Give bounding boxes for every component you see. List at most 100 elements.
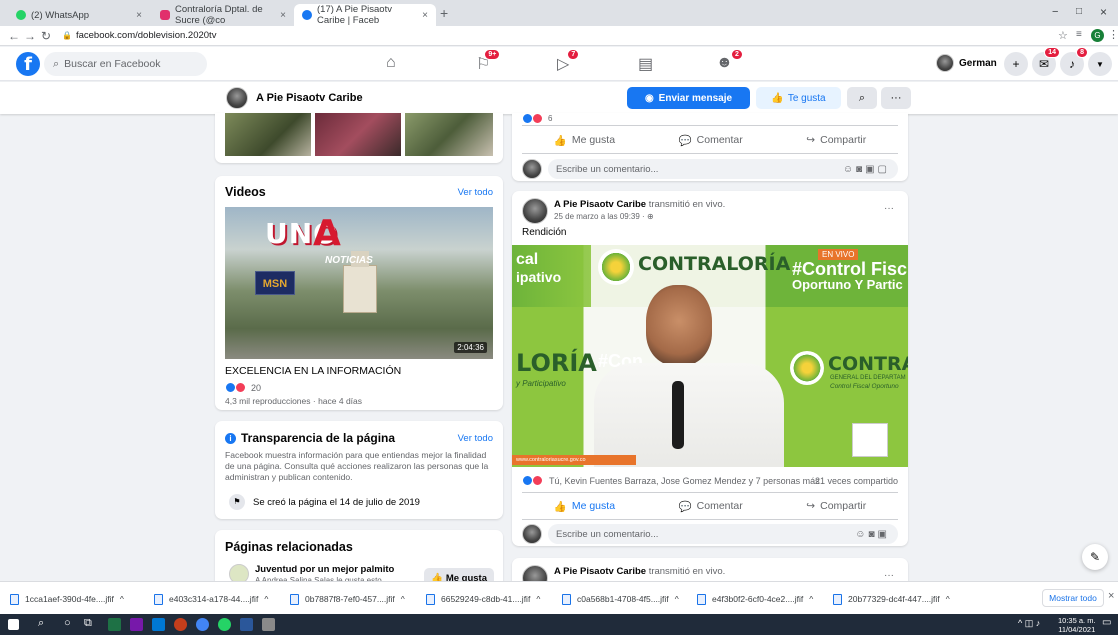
create-button[interactable]: + (1004, 52, 1028, 76)
task-view-icon[interactable]: ⧉ (84, 617, 92, 630)
related-page-name[interactable]: Juventud por un mejor palmito (255, 564, 394, 575)
forward-icon[interactable]: → (22, 29, 38, 43)
account-menu-chevron-icon[interactable]: ▼ (1088, 52, 1112, 76)
download-item[interactable]: 66529249-c8db-41....jfif ^ (426, 591, 540, 607)
like-label: Me gusta (571, 500, 616, 512)
comment-input[interactable]: Escribe un comentario... ☺◙▣ (548, 524, 898, 544)
chevron-up-icon[interactable]: ^ (946, 594, 950, 604)
download-item[interactable]: 20b77329-dc4f-447....jfif ^ (833, 591, 950, 607)
tab-contraloria[interactable]: Contraloría Dptal. de Sucre (@co × (152, 4, 294, 26)
page-search-button[interactable]: ⌕ (847, 87, 877, 109)
page-more-button[interactable]: ··· (881, 87, 911, 109)
word-icon[interactable] (240, 618, 253, 631)
video-thumbnail[interactable]: UNO A NOTICIAS MSN 2:04:36 (225, 207, 493, 359)
video-reactions[interactable]: 20 (225, 382, 261, 393)
tab-facebook[interactable]: (17) A Pie Pisaotv Caribe | Faceb × (294, 4, 436, 26)
chrome-icon[interactable] (196, 618, 209, 631)
minimize-button[interactable]: − (1052, 6, 1058, 18)
reload-icon[interactable]: ↻ (38, 29, 54, 43)
post-author[interactable]: A Pie Pisaotv Caribe (554, 199, 646, 210)
photo-thumbnail[interactable] (225, 113, 311, 156)
facebook-logo-icon[interactable]: f (16, 52, 40, 76)
post-author[interactable]: A Pie Pisaotv Caribe (554, 566, 646, 577)
back-icon[interactable]: ← (6, 29, 22, 43)
download-item[interactable]: e4f3b0f2-6cf0-4ce2....jfif ^ (697, 591, 813, 607)
notification-center-icon[interactable]: ▭ (1102, 617, 1111, 628)
tab-whatsapp[interactable]: (2) WhatsApp × (8, 4, 150, 26)
windows-start-icon[interactable] (8, 619, 19, 630)
video-text: CONTRALORÍA (638, 253, 791, 275)
close-downloads-icon[interactable]: × (1108, 590, 1114, 602)
send-message-button[interactable]: ◉ Enviar mensaje (627, 87, 750, 109)
photo-thumbnail[interactable] (315, 113, 401, 156)
download-item[interactable]: e403c314-a178-44....jfif ^ (154, 591, 268, 607)
search-input[interactable]: ⌕ Buscar en Facebook (44, 52, 207, 76)
download-item[interactable]: 0b7887f8-7ef0-457....jfif ^ (290, 591, 405, 607)
excel-icon[interactable] (108, 618, 121, 631)
post-more-icon[interactable]: ··· (884, 570, 894, 581)
page-name[interactable]: A Pie Pisaotv Caribe (256, 92, 363, 104)
chevron-up-icon[interactable]: ^ (536, 594, 540, 604)
post-author-avatar[interactable] (522, 198, 548, 224)
menu-dots-icon[interactable]: ⋮ (1108, 28, 1118, 41)
chevron-up-icon[interactable]: ^ (120, 594, 124, 604)
new-message-button[interactable]: ✎ (1082, 544, 1108, 570)
share-button[interactable]: ↪ Compartir (806, 500, 866, 512)
close-window-button[interactable]: × (1100, 5, 1107, 19)
liked-button[interactable]: 👍 Te gusta (756, 87, 841, 109)
chevron-up-icon[interactable]: ^ (675, 594, 679, 604)
maximize-button[interactable]: □ (1076, 6, 1082, 17)
page-avatar[interactable] (226, 87, 248, 109)
like-button[interactable]: 👍 Me gusta (554, 134, 615, 147)
url-field[interactable]: 🔒 facebook.com/doblevision.2020tv (62, 30, 216, 41)
shares-count[interactable]: 21 veces compartido (815, 476, 898, 486)
chevron-up-icon[interactable]: ^ (401, 594, 405, 604)
comment-input[interactable]: Escribe un comentario... ☺◙▣▢ (548, 159, 898, 179)
user-profile-button[interactable]: German (936, 54, 997, 72)
live-video-player[interactable]: cal ipativo CONTRALORÍA EN VIVO #Control… (512, 245, 908, 467)
comment-tools-icons[interactable]: ☺◙▣▢ (843, 164, 890, 175)
home-icon[interactable]: ⌂ (386, 54, 396, 72)
photo-thumbnail[interactable] (405, 113, 493, 156)
post-text: Rendición (522, 227, 567, 238)
onenote-icon[interactable] (130, 618, 143, 631)
groups-icon[interactable]: ☻ 2 (716, 49, 743, 72)
search-icon[interactable]: ⌕ (38, 617, 44, 630)
video-title[interactable]: EXCELENCIA EN LA INFORMACIÓN (225, 365, 401, 377)
firefox-icon[interactable] (174, 618, 187, 631)
reading-list-icon[interactable]: ≡ (1076, 29, 1082, 40)
system-tray-icons[interactable]: ^ ◫ ♪ (1018, 618, 1040, 629)
videos-see-all-link[interactable]: Ver todo (458, 187, 493, 198)
notifications-bell-icon[interactable]: ♪ 8 (1060, 47, 1088, 76)
watch-icon[interactable]: ▷ 7 (557, 49, 580, 74)
post-date[interactable]: 25 de marzo a las 09:39 · (554, 212, 647, 221)
download-item[interactable]: 1cca1aef-390d-4fe....jfif ^ (10, 591, 124, 607)
like-button[interactable]: 👍 Me gusta (554, 500, 615, 513)
star-icon[interactable]: ☆ (1058, 29, 1068, 42)
transparency-see-all-link[interactable]: Ver todo (458, 433, 493, 444)
download-item[interactable]: c0a568b1-4708-4f5....jfif ^ (562, 591, 679, 607)
comment-button[interactable]: 💬 Comentar (679, 134, 743, 147)
show-all-downloads-button[interactable]: Mostrar todo (1042, 589, 1104, 607)
profile-avatar[interactable]: G (1091, 29, 1104, 42)
cortana-icon[interactable]: ○ (64, 617, 71, 629)
close-tab-icon[interactable]: × (136, 10, 142, 21)
close-tab-icon[interactable]: × (280, 10, 286, 21)
messenger-icon[interactable]: ✉ 14 (1032, 47, 1060, 76)
pages-flag-icon[interactable]: ⚐ 9+ (476, 49, 501, 74)
comment-button[interactable]: 💬 Comentar (679, 500, 743, 513)
share-button[interactable]: ↪ Compartir (806, 134, 866, 146)
close-tab-icon[interactable]: × (422, 10, 428, 21)
post-reactions[interactable]: 6 (522, 113, 552, 124)
post-more-icon[interactable]: ··· (884, 203, 894, 214)
clock[interactable]: 10:35 a. m. 11/04/2021 (1058, 616, 1096, 634)
whatsapp-icon[interactable] (218, 618, 231, 631)
outlook-icon[interactable] (152, 618, 165, 631)
marketplace-icon[interactable]: ▤ (638, 54, 653, 74)
app-icon[interactable] (262, 618, 275, 631)
new-tab-button[interactable]: + (440, 5, 448, 21)
chevron-up-icon[interactable]: ^ (264, 594, 268, 604)
comment-tools-icons[interactable]: ☺◙▣ (855, 529, 890, 540)
post-reactions[interactable]: Tú, Kevin Fuentes Barraza, Jose Gomez Me… (522, 475, 820, 486)
chevron-up-icon[interactable]: ^ (809, 594, 813, 604)
